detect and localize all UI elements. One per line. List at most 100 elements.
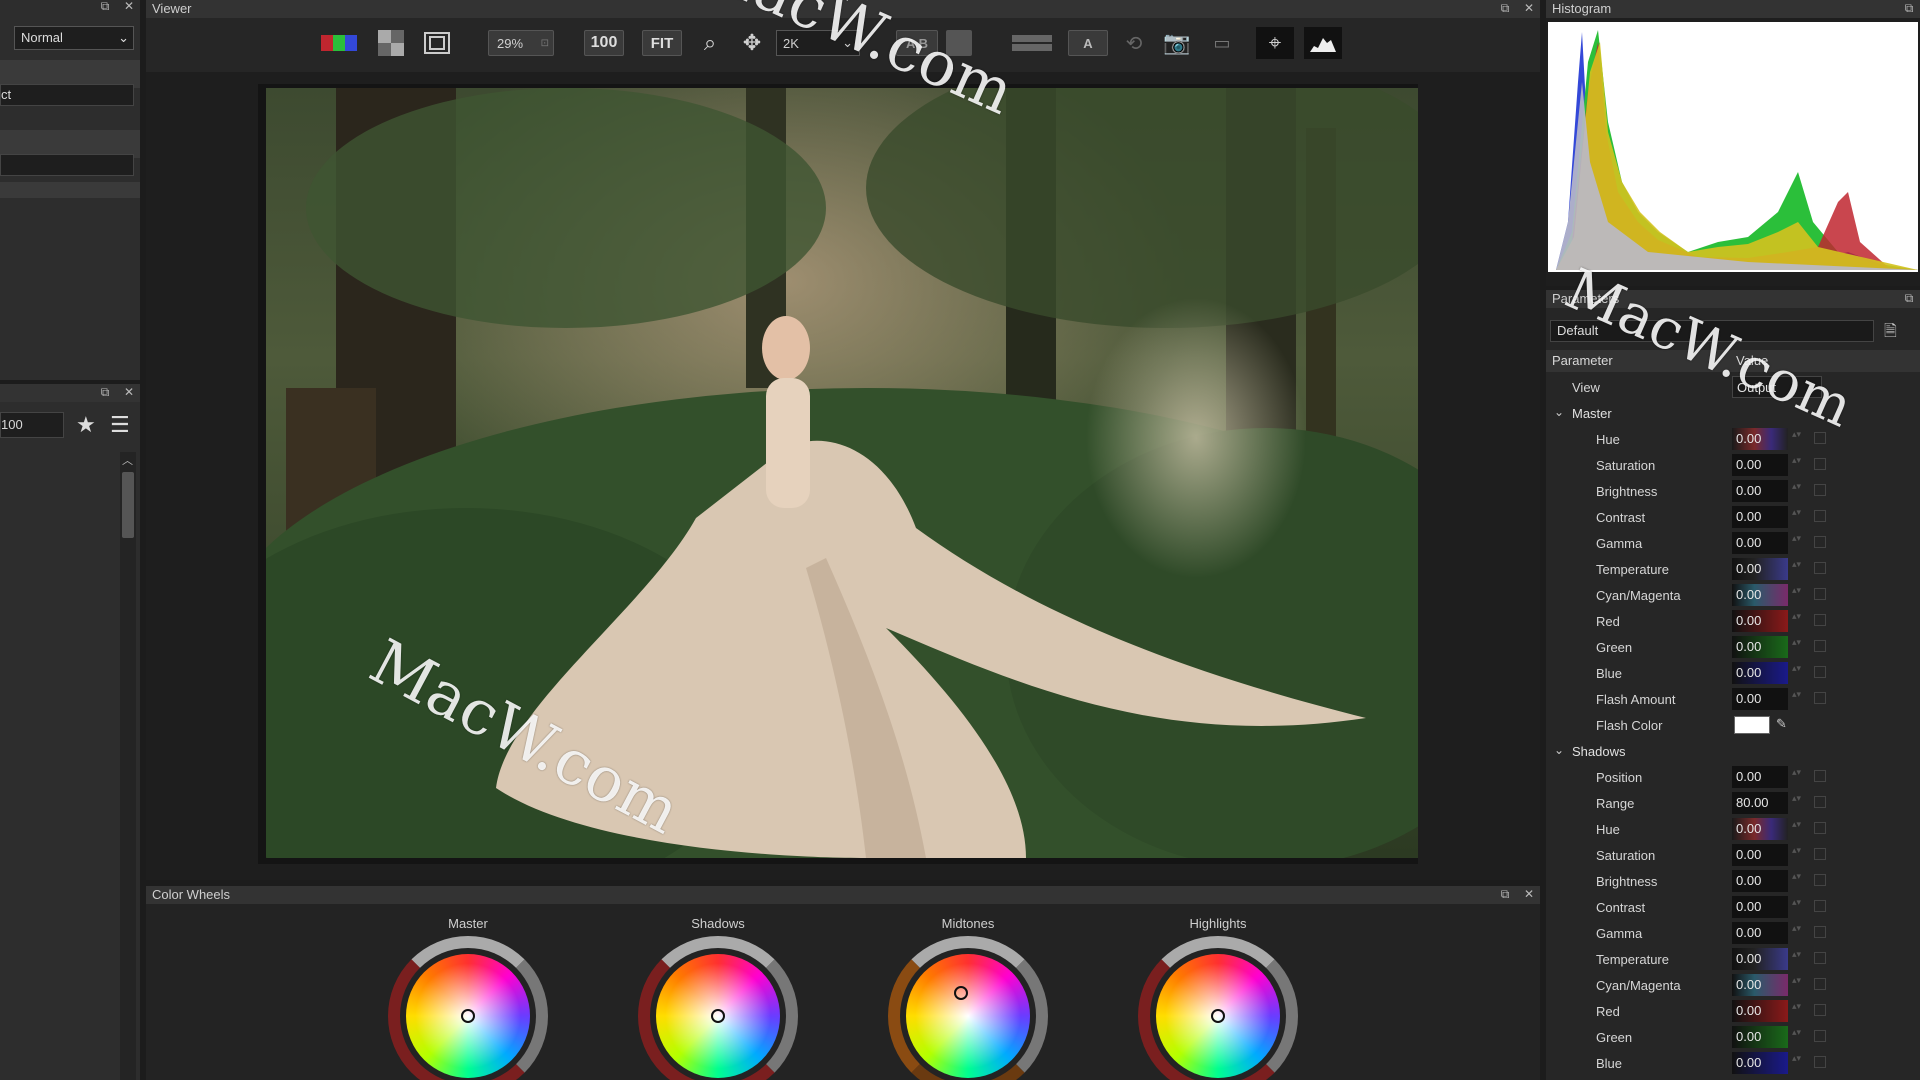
keyframe-toggle[interactable] bbox=[1814, 484, 1826, 496]
layer-name-field[interactable]: ct bbox=[0, 84, 134, 106]
float-panel-icon[interactable]: ⧉ bbox=[1498, 887, 1512, 901]
stepper-icon[interactable]: ▴▾ bbox=[1792, 456, 1806, 474]
param-value-field[interactable]: 0.00 bbox=[1732, 506, 1788, 528]
keyframe-toggle[interactable] bbox=[1814, 692, 1826, 704]
stepper-icon[interactable]: ▴▾ bbox=[1792, 950, 1806, 968]
float-panel-icon[interactable]: ⧉ bbox=[98, 385, 112, 399]
frame-button[interactable] bbox=[422, 30, 452, 56]
stepper-icon[interactable]: ▴▾ bbox=[1792, 924, 1806, 942]
star-icon[interactable]: ★ bbox=[76, 412, 96, 438]
menu-icon[interactable]: ☰ bbox=[110, 412, 130, 438]
stepper-icon[interactable]: ▴▾ bbox=[1792, 664, 1806, 682]
midtones-wheel[interactable]: Midtones bbox=[878, 916, 1058, 1080]
stepper-icon[interactable]: ▴▾ bbox=[1792, 690, 1806, 708]
stepper-icon[interactable]: ▴▾ bbox=[1792, 872, 1806, 890]
stepper-icon[interactable]: ▴▾ bbox=[1792, 482, 1806, 500]
wheel-handle[interactable] bbox=[954, 986, 968, 1000]
param-value-field[interactable]: 0.00 bbox=[1732, 844, 1788, 866]
flash-color-swatch[interactable] bbox=[1734, 716, 1770, 734]
stepper-icon[interactable]: ▴▾ bbox=[1792, 846, 1806, 864]
param-value-field[interactable]: 0.00 bbox=[1732, 1000, 1788, 1022]
param-value-field[interactable]: 0.00 bbox=[1732, 688, 1788, 710]
close-panel-icon[interactable]: ✕ bbox=[1522, 1, 1536, 15]
wheel-handle[interactable] bbox=[461, 1009, 475, 1023]
stepper-icon[interactable]: ▴▾ bbox=[1792, 612, 1806, 630]
param-value-field[interactable]: 0.00 bbox=[1732, 948, 1788, 970]
secondary-field[interactable] bbox=[0, 154, 134, 176]
snapshot-camera-icon[interactable]: 📷 bbox=[1160, 30, 1194, 56]
param-value-field[interactable]: 0.00 bbox=[1732, 480, 1788, 502]
stepper-icon[interactable]: ▴▾ bbox=[1792, 976, 1806, 994]
keyframe-toggle[interactable] bbox=[1814, 822, 1826, 834]
thumbnail-size-field[interactable]: 100 bbox=[0, 412, 64, 438]
fit-button[interactable]: FIT bbox=[642, 30, 682, 56]
keyframe-toggle[interactable] bbox=[1814, 978, 1826, 990]
param-value-field[interactable]: 0.00 bbox=[1732, 454, 1788, 476]
keyframe-toggle[interactable] bbox=[1814, 874, 1826, 886]
keyframe-toggle[interactable] bbox=[1814, 666, 1826, 678]
keyframe-toggle[interactable] bbox=[1814, 770, 1826, 782]
wheel-handle[interactable] bbox=[1211, 1009, 1225, 1023]
zoom-100-button[interactable]: 100 bbox=[584, 30, 624, 56]
stepper-icon[interactable]: ▴▾ bbox=[1792, 820, 1806, 838]
histogram-toggle-button[interactable] bbox=[1304, 27, 1342, 59]
eyedropper-icon[interactable]: ✎ bbox=[1776, 716, 1792, 734]
keyframe-toggle[interactable] bbox=[1814, 1030, 1826, 1042]
float-panel-icon[interactable]: ⧉ bbox=[1498, 1, 1512, 15]
keyframe-toggle[interactable] bbox=[1814, 640, 1826, 652]
param-value-field[interactable]: 0.00 bbox=[1732, 896, 1788, 918]
keyframe-toggle[interactable] bbox=[1814, 926, 1826, 938]
close-panel-icon[interactable]: ✕ bbox=[122, 0, 136, 13]
param-value-field[interactable]: 80.00 bbox=[1732, 792, 1788, 814]
param-value-field[interactable]: 0.00 bbox=[1732, 1052, 1788, 1074]
keyframe-toggle[interactable] bbox=[1814, 848, 1826, 860]
keyframe-toggle[interactable] bbox=[1814, 588, 1826, 600]
master-section[interactable]: ⌄ Master bbox=[1546, 400, 1920, 426]
stepper-icon[interactable]: ▴▾ bbox=[1792, 508, 1806, 526]
param-value-field[interactable]: 0.00 bbox=[1732, 584, 1788, 606]
zoom-stepper-icon[interactable]: ⊡ bbox=[541, 38, 549, 49]
keyframe-toggle[interactable] bbox=[1814, 510, 1826, 522]
wheel-disc[interactable] bbox=[906, 954, 1030, 1078]
param-value-field[interactable]: 0.00 bbox=[1732, 922, 1788, 944]
param-value-field[interactable]: 0.00 bbox=[1732, 974, 1788, 996]
stepper-icon[interactable]: ▴▾ bbox=[1792, 638, 1806, 656]
keyframe-toggle[interactable] bbox=[1814, 536, 1826, 548]
magnifier-icon[interactable]: ⌕ bbox=[696, 30, 724, 56]
stepper-icon[interactable]: ▴▾ bbox=[1792, 794, 1806, 812]
stepper-icon[interactable]: ▴▾ bbox=[1792, 430, 1806, 448]
zoom-field[interactable]: 29% ⊡ bbox=[488, 30, 554, 56]
monitor-icon[interactable]: ▭ bbox=[1206, 30, 1238, 56]
stepper-icon[interactable]: ▴▾ bbox=[1792, 1028, 1806, 1046]
float-panel-icon[interactable]: ⧉ bbox=[98, 0, 112, 13]
chevron-down-icon[interactable]: ⌄ bbox=[1554, 743, 1564, 757]
keyframe-toggle[interactable] bbox=[1814, 952, 1826, 964]
close-panel-icon[interactable]: ✕ bbox=[1522, 887, 1536, 901]
scrollbar-thumb[interactable] bbox=[122, 472, 134, 538]
stepper-icon[interactable]: ▴▾ bbox=[1792, 560, 1806, 578]
refresh-icon[interactable]: ⟲ bbox=[1122, 30, 1146, 56]
annotation-button[interactable]: A bbox=[1068, 30, 1108, 56]
param-value-field[interactable]: 0.00 bbox=[1732, 636, 1788, 658]
param-value-field[interactable]: 0.00 bbox=[1732, 662, 1788, 684]
keyframe-toggle[interactable] bbox=[1814, 458, 1826, 470]
pan-icon[interactable]: ✥ bbox=[738, 30, 766, 56]
color-wheel[interactable] bbox=[388, 936, 548, 1080]
param-value-field[interactable]: 0.00 bbox=[1732, 870, 1788, 892]
stepper-icon[interactable]: ▴▾ bbox=[1792, 768, 1806, 786]
param-value-field[interactable]: 0.00 bbox=[1732, 1026, 1788, 1048]
param-value-field[interactable]: 0.00 bbox=[1732, 818, 1788, 840]
float-panel-icon[interactable]: ⧉ bbox=[1902, 1, 1916, 15]
color-wheel[interactable] bbox=[888, 936, 1048, 1080]
close-panel-icon[interactable]: ✕ bbox=[122, 385, 136, 399]
keyframe-toggle[interactable] bbox=[1814, 900, 1826, 912]
color-wheel[interactable] bbox=[1138, 936, 1298, 1080]
stepper-icon[interactable]: ▴▾ bbox=[1792, 898, 1806, 916]
param-value-field[interactable]: 0.00 bbox=[1732, 558, 1788, 580]
keyframe-toggle[interactable] bbox=[1814, 1004, 1826, 1016]
chevron-down-icon[interactable]: ⌄ bbox=[1554, 405, 1564, 419]
master-wheel[interactable]: Master bbox=[378, 916, 558, 1080]
stepper-icon[interactable]: ▴▾ bbox=[1792, 534, 1806, 552]
stepper-icon[interactable]: ▴▾ bbox=[1792, 586, 1806, 604]
param-value-field[interactable]: 0.00 bbox=[1732, 766, 1788, 788]
